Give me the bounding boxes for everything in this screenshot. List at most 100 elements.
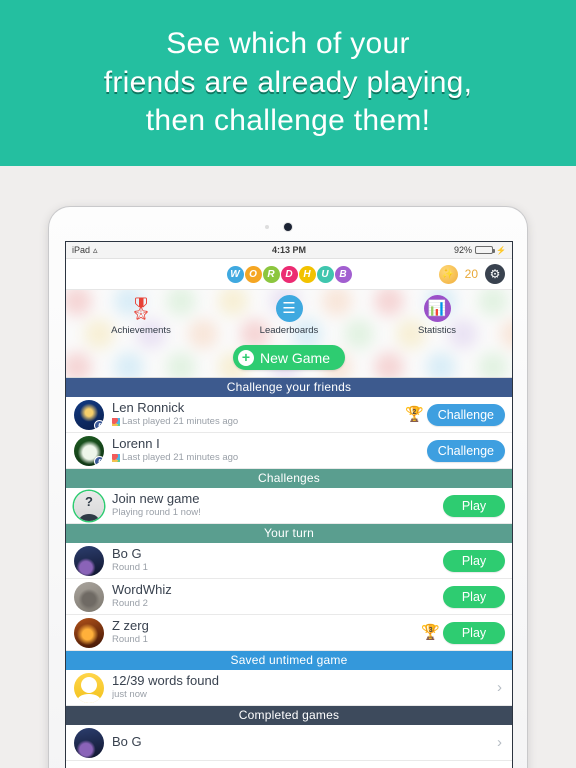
list-item[interactable]: Bo G Round 1 Play (66, 543, 512, 579)
list-item-subtitle: Last played 21 minutes ago (112, 416, 405, 428)
list-item[interactable]: Bo G › (66, 725, 512, 761)
flower-avatar: f (74, 435, 104, 466)
menu-item-label: Statistics (417, 325, 456, 336)
game-badge-icon (112, 417, 120, 426)
list-item-title: Bo G (112, 735, 142, 750)
challenge-button[interactable]: Challenge (426, 439, 505, 462)
section-header: Challenge your friends (66, 378, 512, 397)
list-item-subtitle-text: Round 1 (112, 634, 148, 646)
coin-count: 20 (464, 267, 478, 281)
list-item-title: 12/39 words found (112, 674, 219, 689)
list-item-actions: 🏆 2 Challenge (405, 403, 505, 426)
list-item-text: Lorenn I Last played 21 minutes ago (112, 437, 427, 464)
list-item-text: Bo G (112, 735, 497, 750)
wordhub-logo: WORDHUB (226, 265, 352, 283)
list-item-subtitle: Last played 21 minutes ago (112, 452, 427, 464)
trophy-icon: 🏆 3 (421, 624, 440, 641)
list-item[interactable]: f Lorenn I Last played 21 minutes ago Chall… (66, 433, 512, 469)
list-item-subtitle-text: Last played 21 minutes ago (122, 416, 239, 428)
battery-icon (475, 246, 496, 254)
gear-icon[interactable]: ⚙ (485, 264, 505, 284)
list-item-text: Z zerg Round 1 (112, 619, 421, 646)
list-item[interactable]: 12/39 words found just now › (66, 670, 512, 706)
list-item-actions: Play (443, 494, 505, 517)
chevron-right-icon[interactable]: › (497, 734, 505, 751)
front-camera-icon (284, 223, 292, 231)
default-user-avatar (74, 672, 104, 703)
list-item-actions: Play (443, 585, 505, 608)
list-item-subtitle: Round 1 (112, 634, 421, 646)
list-item-subtitle-text: Round 1 (112, 562, 148, 574)
logo-letter-h: H (298, 265, 316, 283)
promo-banner: See which of your friends are already pl… (0, 0, 576, 166)
list-item-actions: Play (443, 549, 505, 572)
tablet-frame: iPad ▵ 4:13 PM 92% ⚡ WORDHUB ✨ 20 ⚙ 🎖 Ac… (48, 206, 528, 768)
menu-panel: 🎖 Achievements ☰ Leaderboards 📊 Statistics + … (66, 290, 512, 378)
list-item-actions: Challenge (426, 439, 505, 462)
menu-item-achievements[interactable]: 🎖 Achievements (96, 295, 186, 336)
play-button[interactable]: Play (443, 549, 505, 572)
chevron-right-icon[interactable]: › (497, 679, 505, 696)
game-badge-icon (112, 453, 120, 462)
new-game-label: New Game (259, 349, 331, 366)
list-item-actions: › (497, 734, 505, 751)
list-item-subtitle-text: just now (112, 689, 147, 701)
list-item-title: Lorenn I (112, 437, 160, 452)
battery-percent-label: 92% (454, 245, 473, 255)
logo-letter-b: B (334, 265, 352, 283)
facebook-badge-icon: f (94, 419, 104, 430)
menu-item-label: Achievements (111, 325, 171, 336)
list-item-text: Len Ronnick Last played 21 minutes ago (112, 401, 405, 428)
list-item-subtitle: just now (112, 689, 497, 701)
list-item-text: WordWhiz Round 2 (112, 583, 443, 610)
list-item[interactable]: Z zerg Round 1 🏆 3 Play (66, 615, 512, 651)
play-button[interactable]: Play (443, 621, 505, 644)
list-item-subtitle: Round 1 (112, 562, 443, 574)
new-game-button[interactable]: + New Game (232, 345, 346, 370)
list-item-actions: › (497, 679, 505, 696)
list-item-subtitle: Round 2 (112, 598, 443, 610)
list-item-title: Len Ronnick (112, 401, 185, 416)
logo-letter-o: O (244, 265, 262, 283)
menu-item-statistics[interactable]: 📊 Statistics (392, 295, 482, 336)
app-header-right: ✨ 20 ⚙ (438, 264, 505, 284)
play-button[interactable]: Play (443, 585, 505, 608)
device-stage: iPad ▵ 4:13 PM 92% ⚡ WORDHUB ✨ 20 ⚙ 🎖 Ac… (0, 166, 576, 768)
list-item-text: Join new game Playing round 1 now! (112, 492, 443, 519)
status-time: 4:13 PM (271, 245, 306, 255)
list-item[interactable]: f Len Ronnick Last played 21 minutes ago 🏆 2… (66, 397, 512, 433)
question-mark-avatar: ? (74, 490, 104, 521)
promo-line-2: friends are already playing, (103, 65, 473, 99)
status-bar: iPad ▵ 4:13 PM 92% ⚡ (66, 242, 512, 259)
list-item[interactable]: ? Join new game Playing round 1 now! Play (66, 488, 512, 524)
section-header: Completed games (66, 706, 512, 725)
menu-item-leaderboards[interactable]: ☰ Leaderboards (244, 295, 334, 336)
koala-avatar (74, 581, 104, 612)
list-item-title: WordWhiz (112, 583, 172, 598)
section-header: Your turn (66, 524, 512, 543)
night-creature-avatar (74, 727, 104, 758)
list-item[interactable]: WordWhiz Round 2 Play (66, 579, 512, 615)
menu-item-label: Leaderboards (259, 325, 319, 336)
medal-icon: 🎖 (127, 295, 155, 321)
leaderboard-icon: ☰ (275, 295, 303, 322)
fire-creature-avatar (74, 617, 104, 648)
list-item-subtitle-text: Playing round 1 now! (112, 507, 201, 519)
status-right: 92% ⚡ (454, 245, 506, 255)
lightning-bolt-icon: ⚡ (496, 245, 506, 255)
logo-letter-u: U (316, 265, 334, 283)
ambient-sensor-icon (265, 225, 269, 229)
list-item-title: Join new game (112, 492, 200, 507)
challenge-button[interactable]: Challenge (426, 403, 505, 426)
play-button[interactable]: Play (443, 494, 505, 517)
night-creature-avatar (74, 545, 104, 576)
list-item-text: 12/39 words found just now (112, 674, 497, 701)
list-item-subtitle-text: Round 2 (112, 598, 148, 610)
section-header: Saved untimed game (66, 651, 512, 670)
logo-letter-r: R (262, 265, 280, 283)
facebook-badge-icon: f (94, 455, 104, 466)
game-list: Challenge your friends f Len Ronnick Last p… (66, 378, 512, 761)
coin-icon: ✨ (438, 264, 458, 284)
promo-line-1: See which of your (166, 27, 410, 61)
list-item-subtitle-text: Last played 21 minutes ago (122, 452, 239, 464)
